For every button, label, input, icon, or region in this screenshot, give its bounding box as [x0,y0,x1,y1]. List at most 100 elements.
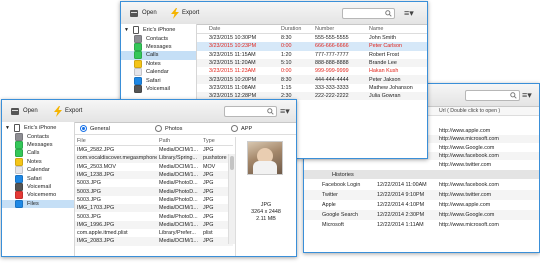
table-header: File Path Type [75,137,233,146]
sidebar-item-safari[interactable]: Safari [2,174,74,183]
export-button[interactable]: Export [54,105,82,117]
sidebar-item-notes[interactable]: Notes [2,157,74,166]
view-radio-bar: General Photos APP [75,123,296,135]
table-row[interactable]: IMG_2582.JPG Media/DCIM/1... JPG [75,146,233,155]
files-scrollbar[interactable] [228,154,235,244]
column-header[interactable]: Path [157,137,201,146]
url-text: http://www.Google.com [439,144,495,151]
open-label: Open [142,10,157,16]
cell-file: 5003.JPG [77,213,101,220]
files-window: Open Export ≡▾ ▼ Eric's iPhone Contacts M… [1,99,297,257]
scrollbar-thumb[interactable] [230,156,234,170]
column-header[interactable]: Date [207,25,279,34]
sidebar-device[interactable]: ▼ Eric's iPhone [121,26,196,35]
radio-photos[interactable]: Photos [155,125,182,132]
sidebar-item-calendar[interactable]: Calendar [2,166,74,175]
sidebar-item-calls[interactable]: Calls [2,149,74,158]
radio-selected-icon [80,125,87,132]
sidebar-item-voicememo[interactable]: Voicememo [2,191,74,200]
history-title: Twitter [322,192,338,198]
table-row[interactable]: 5003.JPG Media/PhotoD... JPG [75,179,233,187]
history-row[interactable]: Google Search 12/22/2014 2:30PM http://www… [304,210,539,220]
url-text: http://www.microsoft.com [439,136,499,142]
cell-file: 5003.JPG [77,180,101,187]
sidebar-item-contacts[interactable]: Contacts [2,132,74,141]
sidebar-item-contacts[interactable]: Contacts [121,34,196,43]
history-row[interactable]: Facebook Login 12/22/2014 11:00AM http://w… [304,180,539,190]
cell-number: 555-555-5555 [315,35,349,42]
call-direction-icon [197,67,207,75]
cell-name: Mathew Johanson [369,84,413,91]
cell-name: Robert Frost [369,51,399,58]
column-header[interactable]: Type [201,137,233,146]
column-header[interactable]: Name [367,25,427,34]
radio-app-label: APP [241,125,253,132]
url-text: http://www.facebook.com [439,153,499,159]
open-button[interactable]: Open [10,105,38,117]
lightning-icon [54,105,62,117]
sidebar-item-voicemail[interactable]: Voicemail [121,84,196,93]
calendar-icon [134,68,142,77]
history-title: Facebook Login [322,182,361,188]
sidebar-item-calls[interactable]: Calls [121,51,196,60]
sidebar-item-messages[interactable]: Messages [121,42,196,51]
table-row[interactable]: com.vocaldiscover.megasmphone... Library/… [75,154,233,163]
table-row[interactable]: 3/23/2015 10:23PM 0:00 666-666-6666 Peter C… [197,42,427,51]
table-row[interactable]: 3/23/2015 11:15AM 1:20 777-777-7777 Robert … [197,51,427,59]
table-row[interactable]: IMG_1238.JPG Media/DCIM/1... JPG [75,170,233,180]
table-row[interactable]: 5003.JPG Media/PhotoD... JPG [75,212,233,220]
lightning-icon [171,7,179,19]
table-row[interactable]: 3/23/2015 11:23AM 0:00 999-999-9999 Hakan K… [197,67,427,75]
table-row[interactable]: IMG_2503.MOV Media/DCIM/1... MOV [75,163,233,171]
sidebar-item-label: Notes [27,158,42,165]
menu-button[interactable]: ≡▾ [404,8,420,18]
menu-button[interactable]: ≡▾ [522,90,538,100]
radio-general[interactable]: General [80,125,110,132]
sidebar-item-files[interactable]: Files [2,199,74,208]
voicemail-icon [134,84,142,93]
cell-number: 666-666-6666 [313,42,367,51]
search-input[interactable] [342,8,395,19]
sidebar-item-label: Contacts [146,35,169,42]
table-row[interactable]: 5003.JPG Media/PhotoD... JPG [75,187,233,196]
table-row[interactable]: IMG_1996.JPG Media/DCIM/1... JPG [75,220,233,229]
preview-pane: JPG 3264 x 2448 2.11 MB [235,137,296,256]
table-row[interactable]: com.apple.itmed.plist Library/Prefer... pl… [75,229,233,237]
sidebar-item-notes[interactable]: Notes [121,59,196,68]
sidebar-item-safari[interactable]: Safari [121,76,196,85]
sidebar-item-voicemail[interactable]: Voicemail [2,182,74,191]
cell-date: 3/23/2015 11:15AM [209,51,256,58]
table-row[interactable]: 5003.JPG Media/PhotoD... JPG [75,196,233,204]
table-row[interactable]: 3/23/2015 11:20AM 5:10 888-888-8888 Brande … [197,58,427,68]
export-button[interactable]: Export [171,7,199,19]
table-row[interactable]: 3/23/2015 10:20PM 8:30 444-444-4444 Peter J… [197,75,427,84]
search-input[interactable] [224,106,277,117]
list-item[interactable]: http://www.twitter.com [304,160,539,169]
table-row[interactable]: 3/23/2015 11:08AM 1:15 333-333-3333 Mathew … [197,84,427,92]
table-row[interactable]: IMG_2083.JPG Media/DCIM/1... JPG [75,237,233,246]
safari-icon [134,76,142,85]
history-row[interactable]: Twitter 12/22/2014 9:10PM http://www.twitt… [304,190,539,200]
open-button[interactable]: Open [129,7,157,19]
sidebar-item-label: Calendar [146,69,169,76]
history-url: http://www.facebook.com [439,182,499,188]
menu-button[interactable]: ≡▾ [280,106,296,116]
sidebar-item-label: Contacts [27,133,50,140]
sidebar-item-label: Safari [146,77,161,84]
cell-file: IMG_2503.MOV [77,163,116,170]
column-header[interactable]: Duration [279,25,313,34]
preview-image [247,141,283,175]
sidebar-device[interactable]: ▼ Eric's iPhone [2,124,74,133]
sidebar-item-calendar[interactable]: Calendar [121,68,196,77]
history-row[interactable]: Apple 12/22/2014 4:10PM http://www.apple.c… [304,200,539,210]
column-header[interactable]: Number [313,25,367,34]
search-input[interactable] [465,90,520,101]
history-row[interactable]: Microsoft 12/22/2014 1:11AM http://www.mic… [304,220,539,230]
sidebar-item-messages[interactable]: Messages [2,140,74,149]
column-header[interactable]: File [75,137,157,146]
cell-number: 999-999-9999 [315,68,349,75]
table-row[interactable]: IMG_1703.JPG Media/DCIM/1... JPG [75,204,233,213]
radio-app[interactable]: APP [231,125,252,132]
table-row[interactable]: 3/23/2015 10:30PM 8:30 555-555-5555 John Sm… [197,34,427,43]
radio-icon [231,125,238,132]
